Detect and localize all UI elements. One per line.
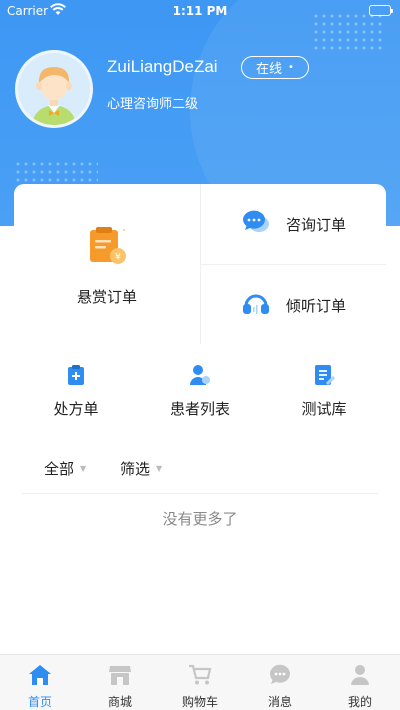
header-dots-decoration — [14, 160, 98, 182]
avatar-illustration — [32, 67, 76, 125]
all-dropdown[interactable]: 全部 ▼ — [44, 458, 86, 479]
clock: 1:11 PM — [172, 4, 228, 18]
tab-messages-label: 消息 — [267, 695, 292, 709]
test-library-button[interactable]: 测试库 — [262, 364, 386, 424]
filter-dropdown[interactable]: 筛选 ▼ — [120, 458, 162, 479]
tab-store-label: 商城 — [107, 695, 132, 709]
tab-bar: 首页 商城 购物车 消息 我的 — [0, 654, 400, 710]
home-icon — [28, 664, 52, 689]
online-status-dot: • — [288, 61, 294, 73]
patient-list-button[interactable]: 患者列表 — [138, 364, 262, 424]
caret-down-icon: ▼ — [156, 464, 163, 473]
profile-icon — [348, 664, 372, 689]
online-status-toggle[interactable]: 在线 • — [241, 56, 309, 79]
prescription-button[interactable]: 处方单 — [14, 364, 138, 424]
all-dropdown-label: 全部 — [44, 460, 75, 478]
listen-order-button[interactable]: 倾听订单 — [201, 265, 386, 345]
status-bar: Carrier 1:11 PM — [0, 0, 400, 22]
battery-icon — [369, 5, 393, 16]
tab-profile[interactable]: 我的 — [320, 655, 400, 710]
tab-cart-label: 购物车 — [181, 695, 218, 709]
reward-order-button[interactable]: ¥ 悬赏订单 — [14, 184, 200, 344]
chat-bubble-icon — [242, 210, 270, 238]
consult-order-label: 咨询订单 — [286, 215, 347, 234]
cart-icon — [188, 664, 212, 689]
store-icon — [108, 664, 132, 689]
consult-order-button[interactable]: 咨询订单 — [201, 184, 386, 264]
reward-order-icon: ¥ — [84, 222, 130, 272]
divider — [22, 493, 378, 494]
listen-order-label: 倾听订单 — [286, 296, 347, 315]
filter-bar: 全部 ▼ 筛选 ▼ — [14, 456, 386, 484]
prescription-icon — [65, 364, 87, 390]
no-more-text: 没有更多了 — [162, 510, 238, 528]
patient-list-label: 患者列表 — [169, 400, 230, 418]
patient-icon — [189, 364, 211, 390]
caret-down-icon: ▼ — [80, 464, 87, 473]
filter-dropdown-label: 筛选 — [120, 460, 151, 478]
tab-profile-label: 我的 — [347, 695, 372, 709]
tab-home-label: 首页 — [27, 695, 52, 709]
username: ZuiLiangDeZai — [107, 57, 218, 76]
online-status-label: 在线 — [256, 62, 283, 77]
tab-messages[interactable]: 消息 — [240, 655, 320, 710]
svg-text:¥: ¥ — [115, 252, 121, 262]
tab-cart[interactable]: 购物车 — [160, 655, 240, 710]
main-card: ¥ 悬赏订单 咨询订单 倾听订单 处方单 患者列表 测试库 全部 ▼ 筛选 ▼ … — [14, 184, 386, 654]
user-role: 心理咨询师二级 — [107, 97, 199, 112]
quick-links: 处方单 患者列表 测试库 — [14, 364, 386, 424]
test-library-icon — [313, 364, 336, 390]
reward-order-label: 悬赏订单 — [76, 287, 137, 306]
test-library-label: 测试库 — [301, 400, 347, 418]
prescription-label: 处方单 — [53, 400, 99, 418]
avatar[interactable] — [15, 50, 93, 128]
tab-home[interactable]: 首页 — [0, 655, 80, 710]
tab-store[interactable]: 商城 — [80, 655, 160, 710]
headphones-icon — [242, 291, 270, 319]
message-icon — [268, 664, 292, 689]
